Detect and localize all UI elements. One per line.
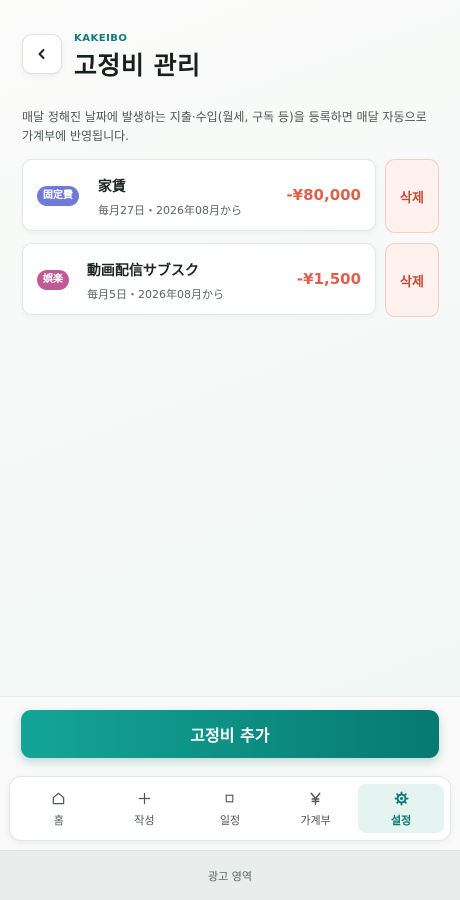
nav-item-home[interactable]: 홈 <box>16 784 102 833</box>
nav-label: 작성 <box>134 813 155 827</box>
brand-label: KAKEIBO <box>74 33 128 44</box>
fixed-cost-item[interactable]: 娯楽 動画配信サブスク 毎月5日・2026年08月から -¥1,500 <box>22 243 376 315</box>
square-icon <box>222 790 237 807</box>
plus-icon <box>137 790 152 807</box>
item-schedule: 毎月5日・2026年08月から <box>87 288 224 301</box>
bottom-nav: 홈 작성 일정 가계부 설정 <box>9 776 451 841</box>
nav-item-write[interactable]: 작성 <box>102 784 188 833</box>
item-name: 動画配信サブスク <box>87 263 199 279</box>
category-badge: 娯楽 <box>37 270 69 290</box>
back-button[interactable] <box>22 34 62 74</box>
gear-icon <box>394 790 409 807</box>
nav-item-schedule[interactable]: 일정 <box>187 784 273 833</box>
nav-label: 가계부 <box>300 813 331 827</box>
item-name: 家賃 <box>98 179 126 195</box>
ad-banner: 광고 영역 <box>0 850 460 900</box>
home-icon <box>51 790 66 807</box>
nav-item-settings[interactable]: 설정 <box>358 784 444 833</box>
page-description: 매달 정해진 날짜에 발생하는 지출·수입(월세, 구독 등)을 등록하면 매달… <box>22 110 427 143</box>
page-title: 고정비 관리 <box>74 51 201 80</box>
category-badge: 固定費 <box>37 186 79 206</box>
nav-label: 일정 <box>219 813 241 827</box>
header: KAKEIBO 고정비 관리 <box>22 33 438 83</box>
nav-item-ledger[interactable]: 가계부 <box>273 784 359 833</box>
delete-button[interactable]: 삭제 <box>385 243 439 317</box>
bottom-bar: 고정비 추가 홈 작성 일정 가계부 설정 <box>0 696 460 850</box>
chevron-left-icon <box>38 49 45 59</box>
item-amount: -¥1,500 <box>296 270 361 288</box>
add-fixed-cost-button[interactable]: 고정비 추가 <box>21 710 439 758</box>
delete-button[interactable]: 삭제 <box>385 159 439 233</box>
nav-label: 홈 <box>53 813 64 827</box>
item-schedule: 毎月27日・2026年08月から <box>98 204 242 217</box>
fixed-cost-item[interactable]: 固定費 家賃 毎月27日・2026年08月から -¥80,000 <box>22 159 376 231</box>
item-amount: -¥80,000 <box>286 186 361 204</box>
nav-label: 설정 <box>391 813 412 827</box>
yen-icon <box>308 790 323 807</box>
